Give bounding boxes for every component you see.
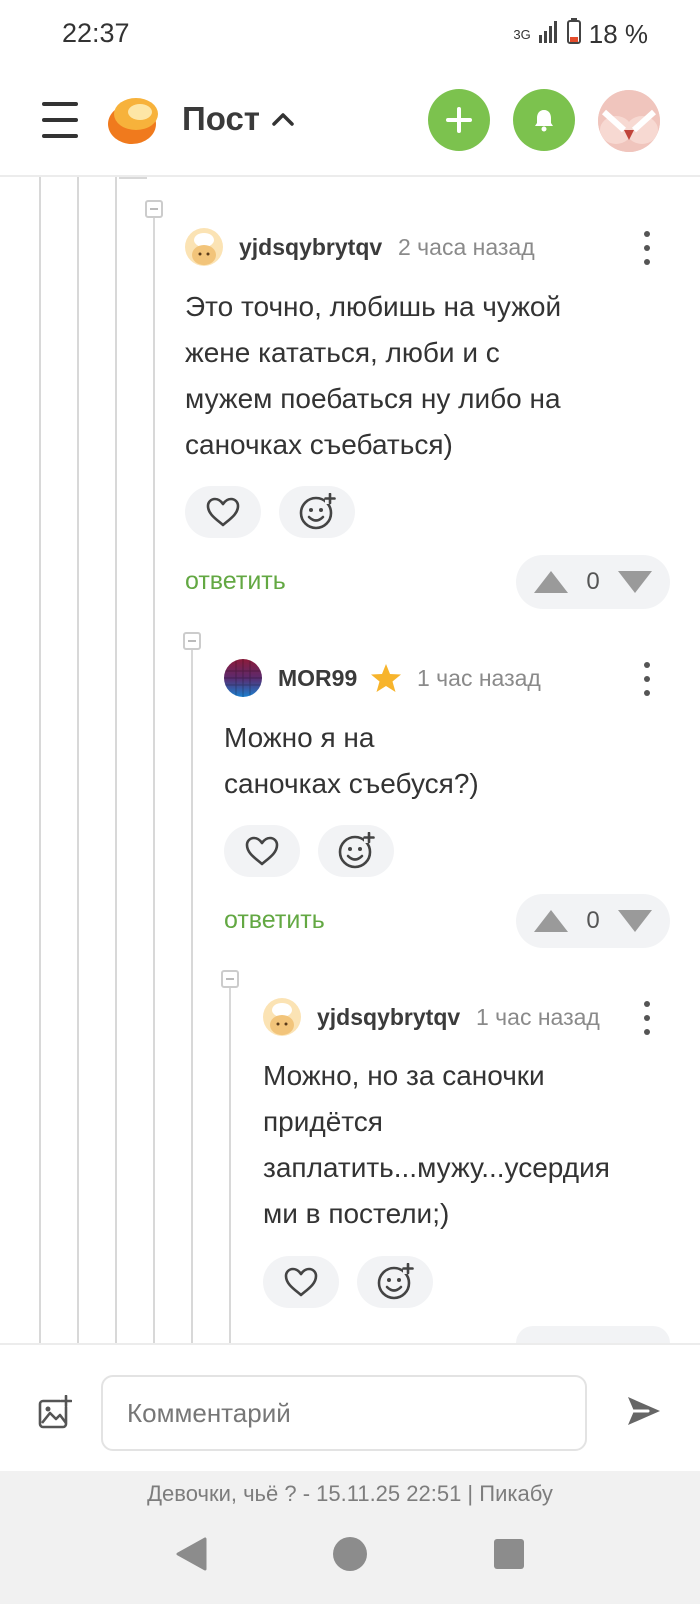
more-options-icon[interactable] [643, 231, 651, 265]
comment-time: 1 час назад [476, 1004, 600, 1030]
rating-value: 0 [586, 907, 600, 934]
thread-line [39, 177, 41, 1343]
more-options-icon[interactable] [643, 662, 651, 696]
add-reaction-button[interactable] [279, 486, 355, 538]
avatar[interactable] [185, 228, 223, 266]
downvote-icon[interactable] [617, 571, 652, 593]
menu-icon[interactable] [42, 102, 78, 138]
comment-body: Это точно, любишь на чужой жене кататься… [185, 284, 665, 468]
pikabu-logo[interactable] [106, 92, 162, 148]
smile-plus-icon [338, 832, 375, 869]
system-footer: Девочки, чьё ? - 15.11.25 22:51 | Пикабу [0, 1471, 700, 1604]
upvote-icon[interactable] [534, 571, 568, 593]
battery-level: 18 % [588, 19, 648, 49]
comment-author[interactable]: MOR99 [278, 665, 357, 692]
comment-line: ми в постели;) [263, 1198, 450, 1229]
add-post-button[interactable] [428, 89, 490, 151]
comment-line: Можно, но за саночки [263, 1060, 545, 1091]
add-reaction-button[interactable] [318, 825, 394, 877]
heart-icon [284, 1267, 318, 1297]
more-options-icon[interactable] [643, 1001, 651, 1035]
back-icon[interactable] [175, 1537, 207, 1576]
status-time: 22:37 [62, 18, 130, 48]
vote-control: 0 [516, 894, 670, 948]
collapse-toggle[interactable] [221, 970, 239, 988]
smile-plus-icon [299, 493, 336, 530]
rating-value: 0 [586, 568, 600, 595]
comment-author[interactable]: yjdsqybrytqv [317, 1004, 460, 1031]
network-label: 3G [513, 26, 531, 42]
like-button[interactable] [263, 1256, 339, 1308]
chevron-up-icon [272, 113, 294, 126]
star-icon [370, 663, 402, 698]
collapse-toggle[interactable] [183, 632, 201, 650]
user-avatar[interactable] [598, 90, 660, 152]
reply-link[interactable]: ответить [185, 567, 286, 596]
comment-input[interactable]: Комментарий [101, 1375, 587, 1451]
avatar[interactable] [224, 659, 262, 697]
bell-icon [535, 110, 553, 132]
avatar[interactable] [263, 998, 301, 1036]
thread-line [153, 210, 155, 1343]
attach-image-icon[interactable] [38, 1394, 73, 1434]
app-header: Пост [0, 70, 700, 177]
signal-icon [538, 19, 559, 50]
comment-time: 1 час назад [417, 665, 541, 691]
notifications-button[interactable] [513, 89, 575, 151]
thread-line [191, 642, 193, 1343]
comment-line: придётся [263, 1106, 383, 1137]
comment-line: саночках съебаться) [185, 429, 453, 460]
comment-line: мужем поебаться ну либо на [185, 383, 561, 414]
battery-icon [566, 18, 581, 51]
comment-line: Можно я на [224, 722, 375, 753]
page-title-label: Пост [182, 100, 260, 137]
smile-plus-icon [377, 1263, 414, 1300]
heart-icon [245, 836, 279, 866]
comment-composer: Комментарий [0, 1343, 700, 1473]
recents-icon[interactable] [494, 1539, 524, 1569]
upvote-icon[interactable] [534, 910, 568, 932]
comment-body: Можно, но за саночки придётся заплатить.… [263, 1053, 683, 1237]
thread-line [229, 981, 231, 1343]
downvote-icon[interactable] [617, 910, 652, 932]
like-button[interactable] [185, 486, 261, 538]
vote-control-partial [516, 1326, 670, 1343]
plus-icon [446, 107, 472, 133]
like-button[interactable] [224, 825, 300, 877]
collapse-toggle[interactable] [145, 200, 163, 218]
heart-icon [206, 497, 240, 527]
vote-control: 0 [516, 555, 670, 609]
comment-line: заплатить...мужу...усердия [263, 1152, 610, 1183]
reply-link[interactable]: ответить [224, 906, 325, 935]
page-caption: Девочки, чьё ? - 15.11.25 22:51 | Пикабу [147, 1481, 553, 1506]
comment-line: саночках съебуся?) [224, 768, 479, 799]
comment-line: Это точно, любишь на чужой [185, 291, 562, 322]
status-indicators: 3G 18 % [513, 18, 648, 51]
comment-line: жене кататься, люби и с [185, 337, 500, 368]
comment-author[interactable]: yjdsqybrytqv [239, 234, 382, 261]
send-icon[interactable] [626, 1395, 662, 1432]
thread-connector [119, 177, 147, 179]
home-icon[interactable] [333, 1537, 367, 1571]
add-reaction-button[interactable] [357, 1256, 433, 1308]
thread-line [115, 177, 117, 1343]
comment-time: 2 часа назад [398, 234, 535, 260]
comment-body: Можно я на саночках съебуся?) [224, 715, 664, 807]
thread-line [77, 177, 79, 1343]
page-title[interactable]: Пост [182, 100, 294, 138]
